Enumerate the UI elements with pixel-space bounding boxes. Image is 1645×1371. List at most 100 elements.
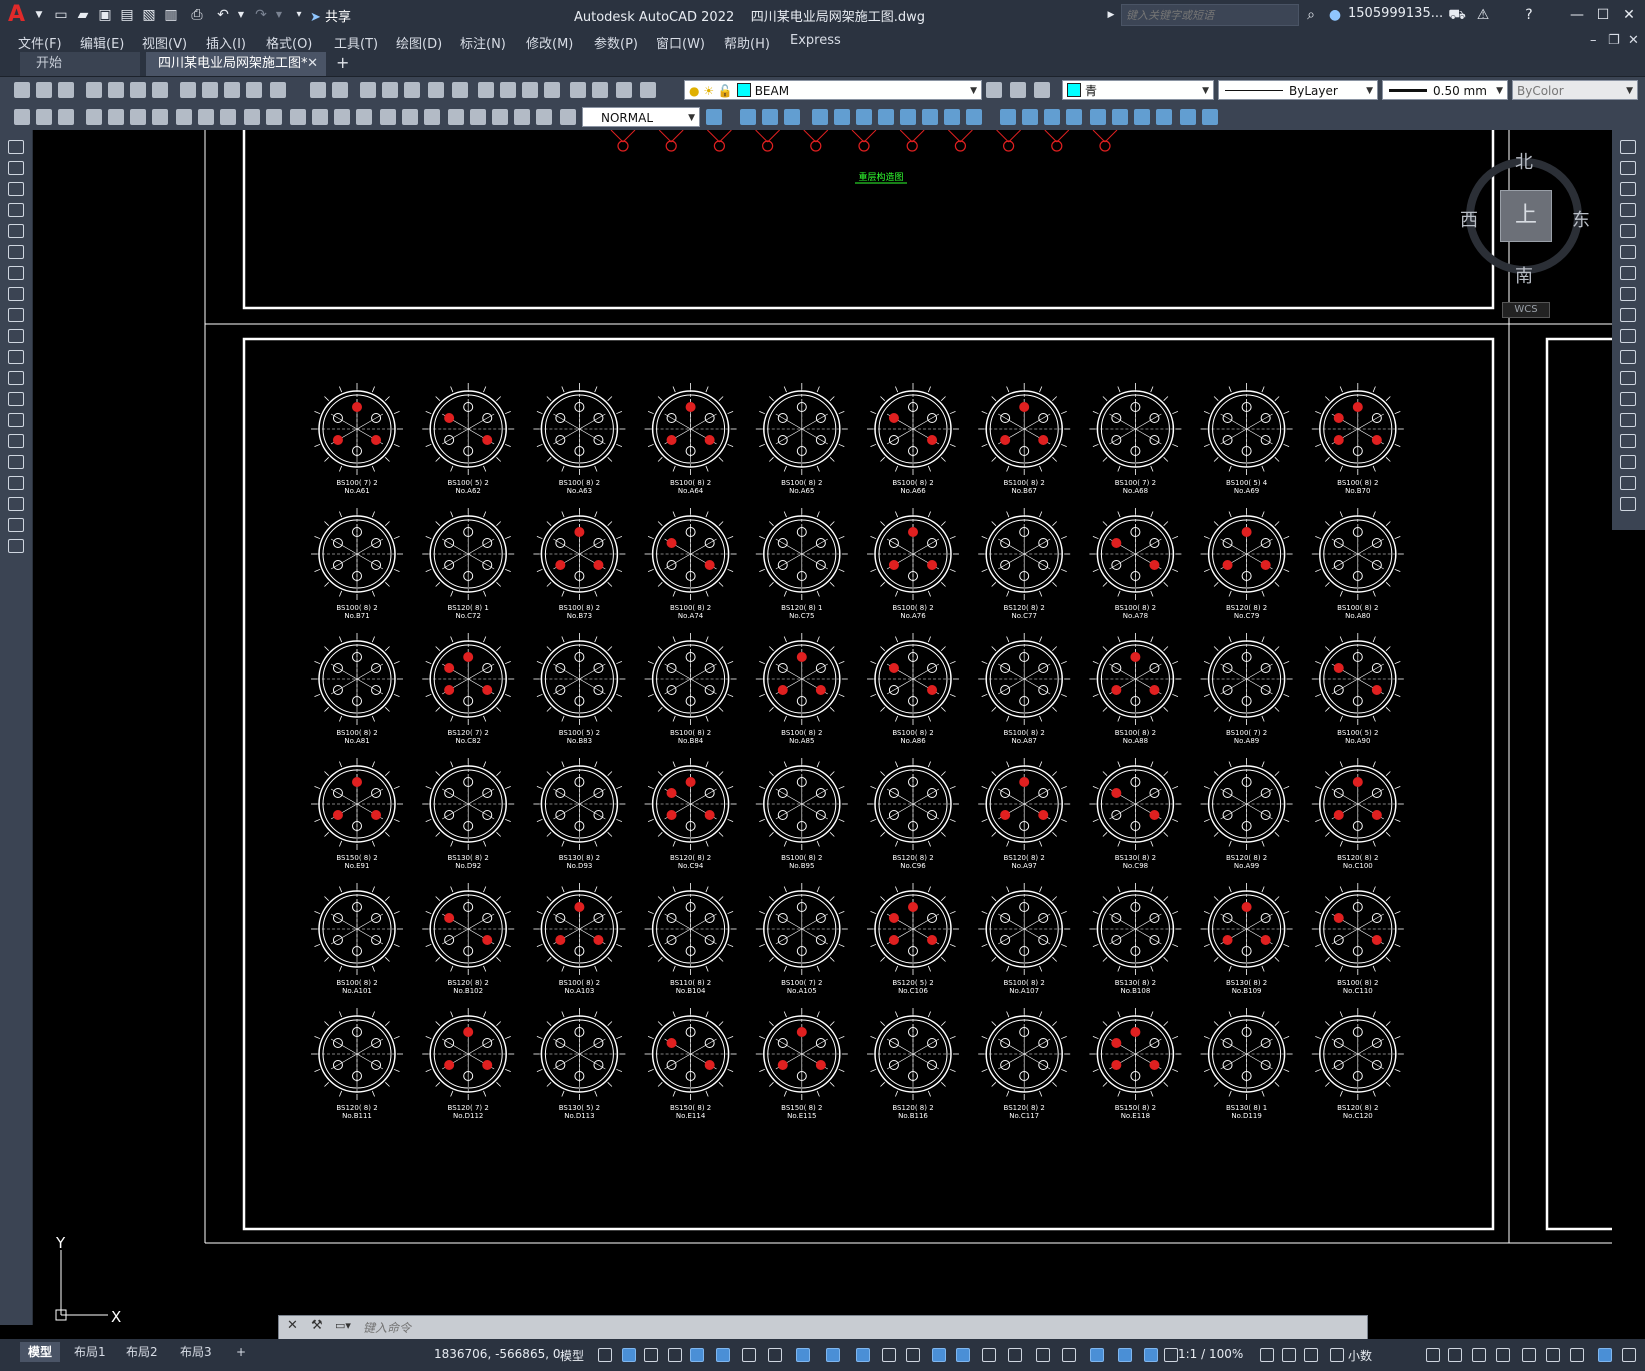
- search-input[interactable]: [1122, 5, 1298, 25]
- solid-tool-icon[interactable]: [944, 109, 960, 125]
- solid-tool-icon[interactable]: [740, 109, 756, 125]
- menu-modify[interactable]: 修改(M): [526, 33, 573, 52]
- menu-help[interactable]: 帮助(H): [724, 33, 770, 52]
- node-detail[interactable]: BS120( 8) 1No.C75: [755, 508, 848, 620]
- view-tool-icon[interactable]: [544, 82, 560, 98]
- node-detail[interactable]: BS100( 8) 2No.B73: [533, 508, 626, 620]
- user-name[interactable]: 1505999135...: [1348, 6, 1443, 21]
- layer-tool-icon[interactable]: [1010, 82, 1026, 98]
- dimension-tool-icon[interactable]: [536, 109, 552, 125]
- status-toggle-icon[interactable]: [856, 1348, 870, 1362]
- node-detail[interactable]: BS100( 8) 2No.B70: [1311, 383, 1404, 495]
- node-detail[interactable]: BS100( 8) 2No.B71: [311, 508, 403, 620]
- draw-tool-icon[interactable]: [8, 518, 24, 532]
- doc-minimize-icon[interactable]: –: [1590, 33, 1597, 48]
- cart-icon[interactable]: ⛟: [1448, 6, 1466, 24]
- node-detail[interactable]: BS100( 8) 2No.A103: [533, 883, 626, 995]
- node-detail[interactable]: BS130( 8) 2No.D92: [422, 758, 515, 870]
- drawing-canvas[interactable]: 重层构造图 BS100( 7) 2 No.A61 BS100( 5) 2 No.A62…: [33, 130, 1612, 1325]
- draw-tool-icon[interactable]: [8, 350, 24, 364]
- modify-tool-icon[interactable]: [1620, 413, 1636, 427]
- solid-tool-icon[interactable]: [1022, 109, 1038, 125]
- menu-window[interactable]: 窗口(W): [656, 33, 705, 52]
- modify-tool-icon[interactable]: [1620, 266, 1636, 280]
- status-toggle-icon[interactable]: [956, 1348, 970, 1362]
- draw-tool-icon[interactable]: [8, 203, 24, 217]
- autocad-logo-icon[interactable]: A: [8, 3, 30, 27]
- dimension-tool-icon[interactable]: [312, 109, 328, 125]
- modify-tool-icon[interactable]: [1620, 329, 1636, 343]
- standard-tool-icon[interactable]: [202, 82, 218, 98]
- status-toggle-icon[interactable]: [644, 1348, 658, 1362]
- viewcube-west[interactable]: 西: [1460, 206, 1478, 232]
- node-detail[interactable]: BS100( 8) 2No.A80: [1311, 508, 1404, 620]
- help-icon[interactable]: ?: [1520, 6, 1538, 24]
- annotation-scale[interactable]: 1:1 / 100%: [1178, 1347, 1243, 1361]
- color-dropdown[interactable]: 青 ▼: [1062, 80, 1214, 100]
- node-detail[interactable]: BS100( 7) 2No.A61: [311, 383, 403, 495]
- viewcube-east[interactable]: 东: [1572, 206, 1590, 232]
- layout-tab-3[interactable]: 布局3: [172, 1342, 220, 1362]
- layout-tab-model[interactable]: 模型: [20, 1342, 61, 1362]
- draw-tool-icon[interactable]: [8, 224, 24, 238]
- node-detail[interactable]: BS100( 8) 2No.A81: [311, 633, 403, 745]
- wcs-menu[interactable]: WCS: [1502, 302, 1550, 318]
- dimension-tool-icon[interactable]: [86, 109, 102, 125]
- solid-tool-icon[interactable]: [1134, 109, 1150, 125]
- status-toggle-icon[interactable]: [1164, 1348, 1178, 1362]
- standard-tool-icon[interactable]: [224, 82, 240, 98]
- doc-close-icon[interactable]: ✕: [1628, 33, 1639, 48]
- dimension-tool-icon[interactable]: [514, 109, 530, 125]
- menu-file[interactable]: 文件(F): [18, 33, 62, 52]
- undo-icon[interactable]: ↶: [214, 6, 232, 24]
- status-toggle-icon[interactable]: [1546, 1348, 1560, 1362]
- redo-icon[interactable]: ↷: [252, 6, 270, 24]
- modify-tool-icon[interactable]: [1620, 287, 1636, 301]
- draw-tool-icon[interactable]: [8, 392, 24, 406]
- status-toggle-icon[interactable]: [1448, 1348, 1462, 1362]
- node-detail[interactable]: BS150( 8) 2No.E91: [311, 758, 403, 870]
- view-tool-icon[interactable]: [592, 82, 608, 98]
- dimension-tool-icon[interactable]: [470, 109, 486, 125]
- node-detail[interactable]: BS130( 8) 2No.B109: [1200, 883, 1293, 995]
- standard-tool-icon[interactable]: [36, 82, 52, 98]
- plot-icon[interactable]: ⎙: [188, 6, 206, 24]
- drawing-svg[interactable]: 重层构造图 BS100( 7) 2No.A61BS100( 5) 2No.A62…: [33, 130, 1612, 1325]
- modify-tool-icon[interactable]: [1620, 497, 1636, 511]
- model-space-toggle[interactable]: 模型: [560, 1347, 584, 1364]
- view-tool-icon[interactable]: [310, 82, 326, 98]
- node-detail[interactable]: BS100( 7) 2No.A105: [755, 883, 848, 995]
- solid-tool-icon[interactable]: [922, 109, 938, 125]
- search-box[interactable]: [1121, 4, 1299, 26]
- view-tool-icon[interactable]: [360, 82, 376, 98]
- status-toggle-icon[interactable]: [690, 1348, 704, 1362]
- node-detail[interactable]: BS120( 8) 2No.A97: [978, 758, 1071, 870]
- node-detail[interactable]: BS120( 8) 2No.C94: [644, 758, 737, 870]
- draw-tool-icon[interactable]: [8, 140, 24, 154]
- view-tool-icon[interactable]: [332, 82, 348, 98]
- node-detail[interactable]: BS120( 8) 2No.C79: [1200, 508, 1293, 620]
- draw-tool-icon[interactable]: [8, 182, 24, 196]
- save-web-icon[interactable]: ▥: [162, 6, 180, 24]
- node-detail[interactable]: BS100( 8) 2No.A85: [755, 633, 848, 745]
- node-detail[interactable]: BS100( 7) 2No.A68: [1089, 383, 1182, 495]
- standard-tool-icon[interactable]: [152, 82, 168, 98]
- status-toggle-icon[interactable]: [1496, 1348, 1510, 1362]
- status-toggle-icon[interactable]: [742, 1348, 756, 1362]
- modify-tool-icon[interactable]: [1620, 455, 1636, 469]
- modify-tool-icon[interactable]: [1620, 203, 1636, 217]
- undo-dropdown-icon[interactable]: ▼: [232, 6, 250, 24]
- node-detail[interactable]: BS120( 5) 2No.C106: [867, 883, 959, 995]
- save-as-icon[interactable]: ▤: [118, 6, 136, 24]
- minimize-button[interactable]: —: [1564, 4, 1590, 26]
- node-detail[interactable]: BS100( 5) 2No.B83: [533, 633, 626, 745]
- node-detail[interactable]: BS100( 5) 4No.A69: [1200, 383, 1293, 495]
- draw-tool-icon[interactable]: [8, 266, 24, 280]
- view-tool-icon[interactable]: [616, 82, 632, 98]
- draw-tool-icon[interactable]: [8, 455, 24, 469]
- user-icon[interactable]: ●: [1326, 6, 1344, 24]
- solid-tool-icon[interactable]: [834, 109, 850, 125]
- tab-document[interactable]: 四川某电业局网架施工图* ✕: [146, 52, 326, 76]
- dimension-tool-icon[interactable]: [176, 109, 192, 125]
- standard-tool-icon[interactable]: [58, 82, 74, 98]
